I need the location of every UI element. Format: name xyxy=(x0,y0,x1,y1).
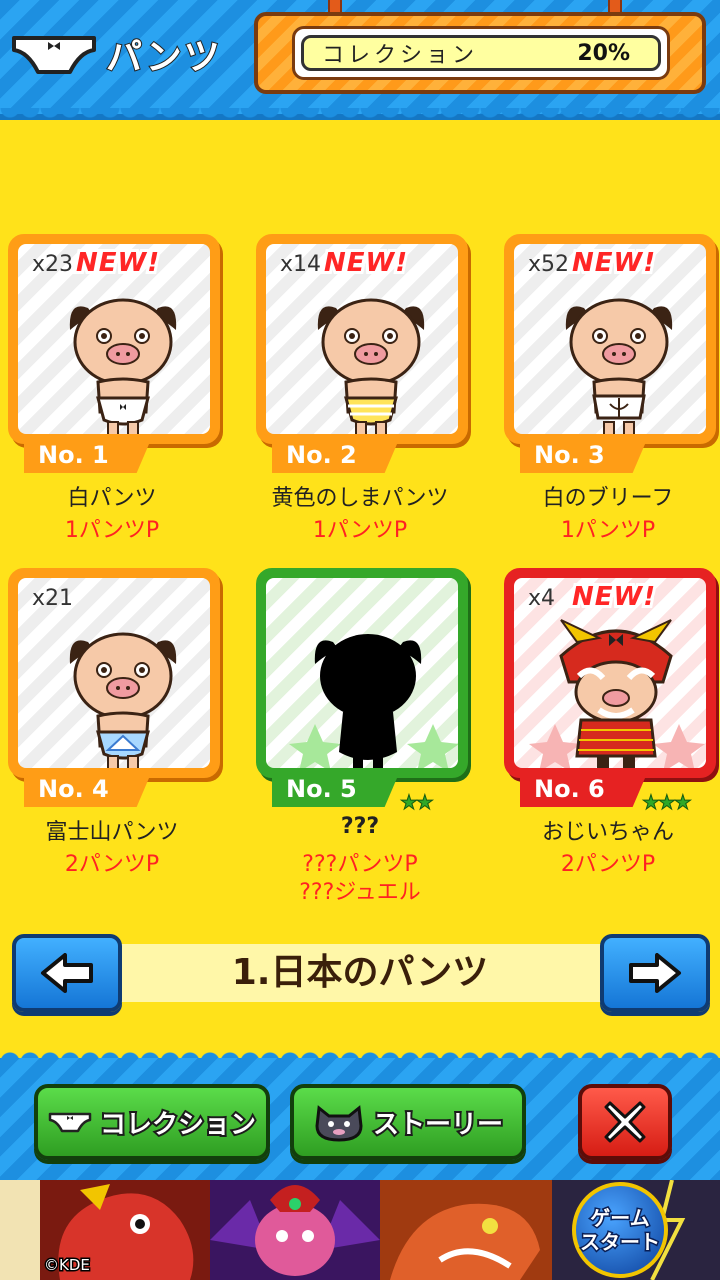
card-number: No. 3 xyxy=(520,437,648,473)
arrow-right-icon xyxy=(629,953,681,993)
card-name: おじいちゃん xyxy=(541,820,674,845)
new-badge: NEW! xyxy=(73,245,162,281)
rarity-stars: ★★ xyxy=(400,790,435,815)
game-start-button[interactable]: ゲーム スタート xyxy=(572,1182,668,1278)
new-badge: NEW! xyxy=(569,579,658,615)
card-count: x4 xyxy=(528,586,556,611)
card-count: x21 xyxy=(32,586,74,611)
pants-card-3[interactable]: x52 NEW! No. 3 白のブリーフ 1パンツP xyxy=(500,234,716,544)
card-frame xyxy=(256,568,468,778)
collection-progress-label: コレクション xyxy=(322,43,479,68)
pants-icon xyxy=(10,32,98,76)
pants-card-4[interactable]: x21 No. 4 富士山パンツ 2パンツP xyxy=(4,568,220,878)
card-image-area: x52 NEW! xyxy=(514,244,706,434)
purple-dragon-image xyxy=(210,1180,380,1280)
category-title: 1.日本のパンツ xyxy=(231,952,489,993)
arrow-left-icon xyxy=(41,953,93,993)
new-badge: NEW! xyxy=(321,245,410,281)
close-button[interactable] xyxy=(578,1084,672,1160)
game-start-line1: ゲーム xyxy=(589,1205,651,1232)
card-cost: 1パンツP xyxy=(312,518,408,543)
story-button[interactable]: ストーリー xyxy=(290,1084,526,1160)
pig-character-icon xyxy=(69,632,177,768)
top-bar-scallop xyxy=(0,108,720,124)
story-button-label: ストーリー xyxy=(371,1108,505,1142)
collection-progress-percent: 20% xyxy=(577,40,630,66)
pig-character-icon xyxy=(565,298,673,434)
card-image-area: x14 NEW! xyxy=(266,244,458,434)
card-number: No. 5 xyxy=(272,771,400,807)
cat-face-icon xyxy=(315,1105,363,1142)
pants-card-5[interactable]: No. 5 ★★ ??? ???パンツP ???ジュエル xyxy=(252,568,468,905)
card-frame: x23 NEW! xyxy=(8,234,220,444)
card-frame: x52 NEW! xyxy=(504,234,716,444)
card-cost: 1パンツP xyxy=(64,518,160,543)
card-name: 白パンツ xyxy=(67,486,157,511)
ad-copyright: ©KDE xyxy=(43,1255,92,1276)
card-cost-jewel: ???ジュエル xyxy=(299,880,421,905)
next-category-button[interactable] xyxy=(600,934,710,1012)
collection-button-label: コレクション xyxy=(98,1108,258,1142)
card-count: x14 xyxy=(280,252,322,277)
pig-character-icon xyxy=(317,298,425,434)
card-count: x23 xyxy=(32,252,74,277)
rarity-stars: ★★★ xyxy=(642,790,693,815)
pants-card-2[interactable]: x14 NEW! No. 2 黄色のしまパンツ 1パンツP xyxy=(252,234,468,544)
game-start-line2: スタート xyxy=(579,1229,662,1256)
pants-card-1[interactable]: x23 NEW! No. 1 白パンツ 1パンツP xyxy=(4,234,220,544)
page-title-group: パンツ xyxy=(10,28,222,80)
card-number: No. 4 xyxy=(24,771,152,807)
card-image-area: x23 NEW! xyxy=(18,244,210,434)
card-number: No. 2 xyxy=(272,437,400,473)
card-image-area: x4 NEW! xyxy=(514,578,706,768)
card-cost: 1パンツP xyxy=(560,518,656,543)
close-icon xyxy=(604,1101,646,1143)
card-number: No. 1 xyxy=(24,437,152,473)
orange-dragon-image xyxy=(380,1180,552,1280)
card-image-area: x21 xyxy=(18,578,210,768)
card-name: 白のブリーフ xyxy=(542,486,674,511)
card-frame: x21 xyxy=(8,568,220,778)
card-frame: x4 NEW! xyxy=(504,568,716,778)
collection-progress-frame: コレクション 20% xyxy=(292,26,670,80)
samurai-pig-icon xyxy=(529,619,705,768)
pig-character-icon xyxy=(69,298,177,434)
collection-progress-panel: コレクション 20% xyxy=(254,12,706,94)
locked-silhouette-icon xyxy=(289,634,458,768)
card-name: 富士山パンツ xyxy=(45,820,179,845)
prev-category-button[interactable] xyxy=(12,934,122,1012)
new-badge: NEW! xyxy=(569,245,658,281)
collection-progress-bar: コレクション 20% xyxy=(301,35,661,71)
page-title: パンツ xyxy=(105,36,222,79)
collection-button[interactable]: コレクション xyxy=(34,1084,270,1160)
pants-card-6[interactable]: x4 NEW! No. 6 ★★★ おじいちゃん 2パンツP xyxy=(500,568,716,878)
card-cost: 2パンツP xyxy=(64,852,160,877)
pants-icon xyxy=(48,1112,92,1133)
card-number: No. 6 xyxy=(520,771,648,807)
card-count: x52 xyxy=(528,252,570,277)
card-image-area xyxy=(266,578,458,768)
card-name: ??? xyxy=(340,814,380,839)
card-frame: x14 NEW! xyxy=(256,234,468,444)
card-cost: 2パンツP xyxy=(560,852,656,877)
card-name: 黄色のしまパンツ xyxy=(271,486,449,511)
